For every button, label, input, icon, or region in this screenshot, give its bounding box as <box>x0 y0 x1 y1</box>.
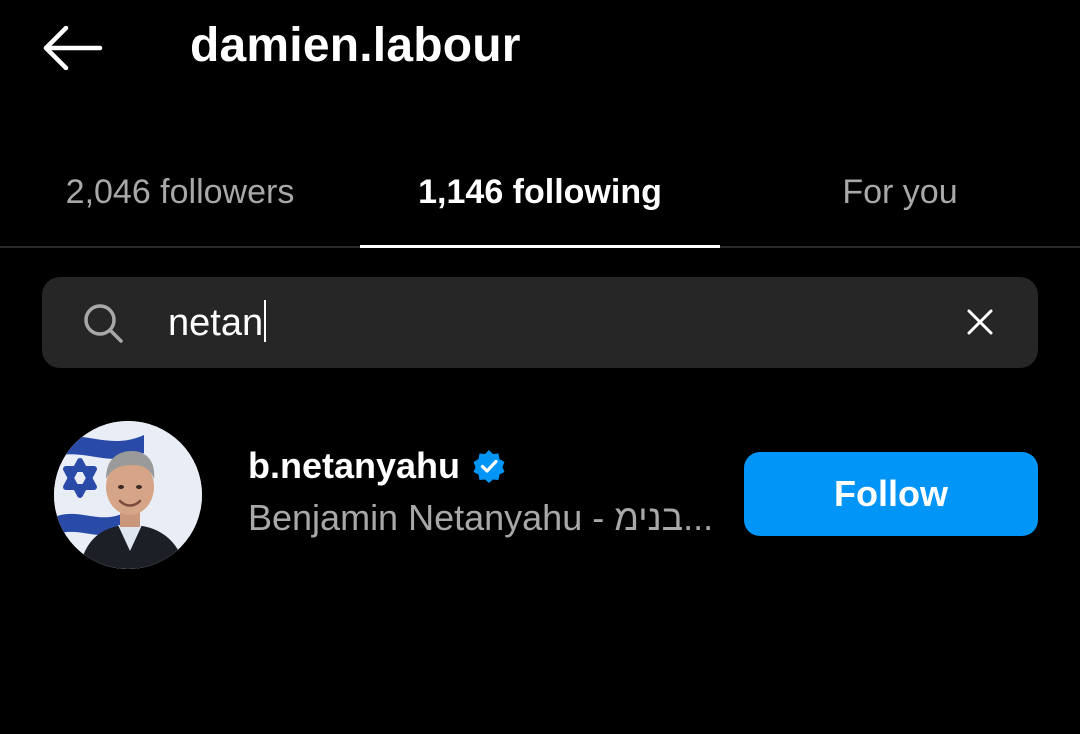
search-input-value: netan <box>168 302 264 344</box>
result-full-name: Benjamin Netanyahu - בנימ... <box>248 497 714 538</box>
tab-following[interactable]: 1,146 following <box>360 140 720 244</box>
active-tab-indicator <box>360 245 720 248</box>
back-button[interactable] <box>40 24 106 72</box>
list-item[interactable]: b.netanyahu Benjamin Netanyahu - בנימ...… <box>0 410 1080 580</box>
tab-followers[interactable]: 2,046 followers <box>0 140 360 244</box>
top-bar: damien.labour <box>0 0 1080 100</box>
search-input[interactable]: netan <box>168 298 267 348</box>
tab-bar: 2,046 followers 1,146 following For you <box>0 140 1080 248</box>
username-text: b.netanyahu <box>248 445 461 486</box>
avatar[interactable] <box>54 421 202 569</box>
result-username[interactable]: b.netanyahu <box>248 444 506 488</box>
search-icon <box>84 304 123 343</box>
profile-username-title: damien.labour <box>190 19 521 72</box>
close-icon <box>967 309 993 335</box>
clear-search-button[interactable] <box>956 298 1004 346</box>
arrow-left-icon <box>43 26 103 70</box>
profile-picture <box>54 421 202 569</box>
verified-badge-icon <box>473 450 505 483</box>
tab-for-you[interactable]: For you <box>720 140 1080 244</box>
text-cursor <box>264 300 267 342</box>
follow-button[interactable]: Follow <box>744 452 1038 536</box>
